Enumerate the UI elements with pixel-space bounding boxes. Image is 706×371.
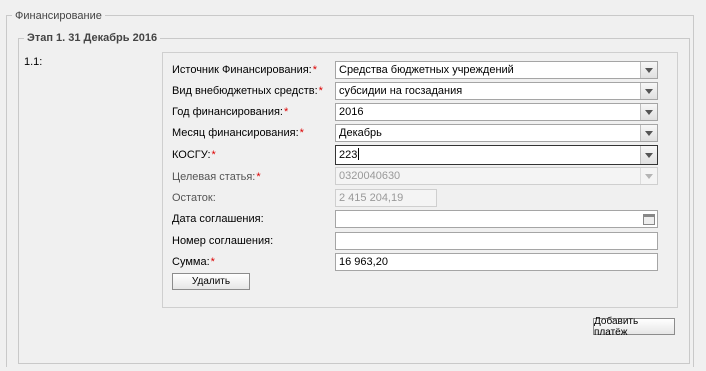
kosgu-select[interactable]: 223 xyxy=(335,145,658,165)
required-marker: * xyxy=(210,256,215,268)
dropdown-arrow-icon[interactable] xyxy=(640,125,657,141)
balance-value: 2 415 204,19 xyxy=(339,192,404,204)
source-value: Средства бюджетных учреждений xyxy=(339,64,514,76)
year-select[interactable]: 2016 xyxy=(335,103,658,121)
dropdown-arrow-icon[interactable] xyxy=(640,146,657,164)
calendar-icon[interactable] xyxy=(642,212,656,226)
required-marker: * xyxy=(312,64,318,76)
agreement-date-input[interactable] xyxy=(335,210,658,228)
source-label: Источник Финансирования:* xyxy=(172,64,318,76)
source-select[interactable]: Средства бюджетных учреждений xyxy=(335,61,658,79)
stage-legend: Этап 1. 31 Декабрь 2016 xyxy=(24,32,161,44)
agreement-number-input[interactable] xyxy=(335,232,658,250)
agreement-number-label: Номер соглашения: xyxy=(172,235,274,247)
offbudget-value: субсидии на госзадания xyxy=(339,85,463,97)
dropdown-arrow-icon[interactable] xyxy=(640,104,657,120)
balance-field: 2 415 204,19 xyxy=(335,189,437,207)
required-marker: * xyxy=(256,171,261,183)
amount-value: 16 963,20 xyxy=(339,256,388,268)
month-label: Месяц финансирования:* xyxy=(172,127,304,139)
year-value: 2016 xyxy=(339,106,364,118)
amount-input[interactable]: 16 963,20 xyxy=(335,253,658,271)
target-select: 0320040630 xyxy=(335,167,658,185)
kosgu-label: КОСГУ:* xyxy=(172,149,216,161)
dropdown-arrow-icon[interactable] xyxy=(640,83,657,99)
dropdown-arrow-icon[interactable] xyxy=(640,62,657,78)
balance-label: Остаток: xyxy=(172,192,216,204)
kosgu-value: 223 xyxy=(339,149,358,161)
required-marker: * xyxy=(211,149,216,161)
text-caret xyxy=(358,148,360,160)
delete-button[interactable]: Удалить xyxy=(172,273,250,290)
item-number: 1.1: xyxy=(24,56,43,68)
offbudget-label: Вид внебюджетных средств:* xyxy=(172,85,323,97)
month-value: Декабрь xyxy=(339,127,382,139)
financing-legend: Финансирование xyxy=(12,10,105,22)
target-label: Целевая статья:* xyxy=(172,171,261,183)
add-payment-button[interactable]: Добавить платёж xyxy=(593,316,675,338)
required-marker: * xyxy=(283,106,289,118)
offbudget-select[interactable]: субсидии на госзадания xyxy=(335,82,658,100)
agreement-date-label: Дата соглашения: xyxy=(172,213,264,225)
year-label: Год финансирования:* xyxy=(172,106,289,118)
amount-label: Сумма:* xyxy=(172,256,215,268)
dropdown-arrow-icon xyxy=(640,168,657,184)
target-value: 0320040630 xyxy=(339,170,401,182)
month-select[interactable]: Декабрь xyxy=(335,124,658,142)
required-marker: * xyxy=(318,85,323,97)
required-marker: * xyxy=(299,127,304,139)
